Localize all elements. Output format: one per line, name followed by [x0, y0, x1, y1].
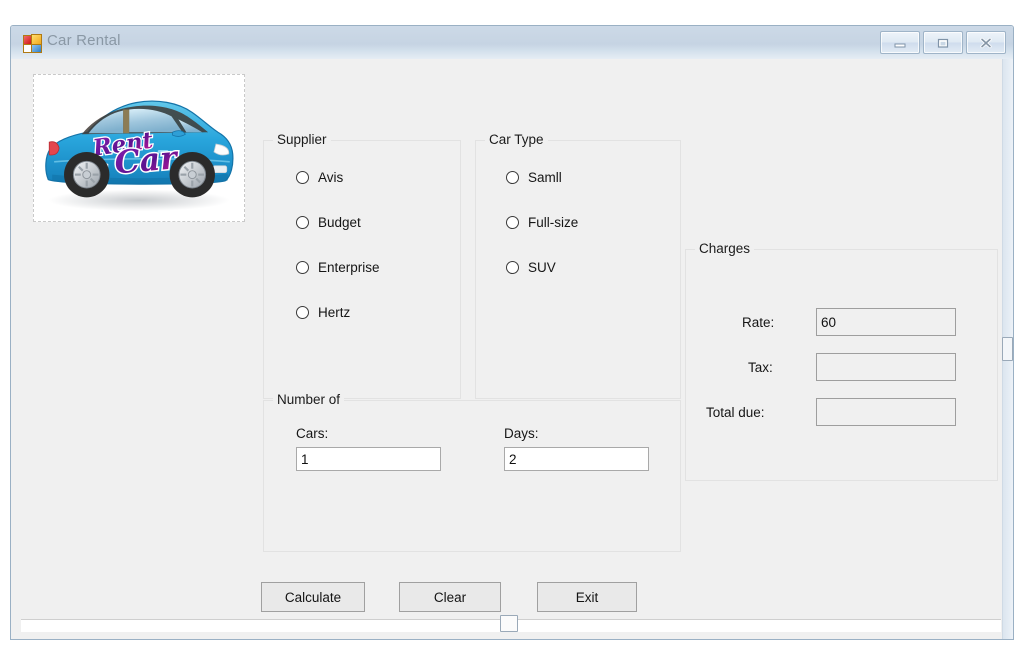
tax-field[interactable]	[816, 353, 956, 381]
car-type-group-label: Car Type	[485, 132, 548, 147]
radio-cartype-fullsize[interactable]: Full-size	[506, 215, 578, 230]
car-type-group: Car Type Samll Full-size SUV	[475, 132, 681, 399]
rate-label: Rate:	[742, 315, 775, 330]
days-label: Days:	[504, 426, 539, 441]
vertical-scrollbar[interactable]	[1002, 59, 1013, 639]
supplier-group-label: Supplier	[273, 132, 331, 147]
rate-field[interactable]	[816, 308, 956, 336]
number-of-group: Number of Cars: Days:	[263, 392, 681, 552]
maximize-button[interactable]	[923, 31, 963, 54]
clear-button[interactable]: Clear	[399, 582, 501, 612]
title-bar[interactable]: Car Rental	[11, 26, 1013, 60]
radio-indicator	[506, 216, 519, 229]
charges-group: Charges Rate: Tax: Total due:	[685, 241, 998, 481]
close-button[interactable]	[966, 31, 1006, 54]
close-icon	[980, 37, 992, 48]
radio-supplier-enterprise[interactable]: Enterprise	[296, 260, 380, 275]
rent-a-car-image: Rent a Car	[45, 100, 234, 212]
days-input[interactable]	[504, 447, 649, 471]
radio-label: Hertz	[318, 305, 351, 320]
rear-wheel	[64, 151, 110, 198]
number-of-group-label: Number of	[273, 392, 345, 407]
minimize-button[interactable]	[880, 31, 920, 54]
tax-label: Tax:	[748, 360, 773, 375]
window-controls	[880, 31, 1006, 54]
calculate-button[interactable]: Calculate	[261, 582, 365, 612]
radio-indicator	[296, 171, 309, 184]
radio-cartype-small[interactable]: Samll	[506, 170, 562, 185]
winforms-app-icon	[23, 34, 42, 53]
total-due-label: Total due:	[706, 405, 765, 420]
radio-indicator	[296, 261, 309, 274]
front-wheel	[169, 151, 215, 198]
horizontal-scrollbar-thumb[interactable]	[500, 615, 518, 632]
radio-indicator	[296, 216, 309, 229]
radio-label: Enterprise	[318, 260, 380, 275]
window-title: Car Rental	[47, 32, 121, 49]
radio-cartype-suv[interactable]: SUV	[506, 260, 556, 275]
radio-supplier-budget[interactable]: Budget	[296, 215, 361, 230]
total-due-field[interactable]	[816, 398, 956, 426]
radio-label: SUV	[528, 260, 556, 275]
cars-input[interactable]	[296, 447, 441, 471]
radio-supplier-avis[interactable]: Avis	[296, 170, 343, 185]
radio-label: Samll	[528, 170, 562, 185]
exit-button[interactable]: Exit	[537, 582, 637, 612]
radio-indicator	[506, 261, 519, 274]
car-picture-box: Rent a Car	[33, 74, 245, 222]
radio-supplier-hertz[interactable]: Hertz	[296, 305, 350, 320]
radio-label: Full-size	[528, 215, 579, 230]
minimize-icon	[894, 43, 906, 47]
vertical-scrollbar-thumb[interactable]	[1002, 337, 1013, 361]
form-client-area: Rent a Car	[11, 59, 1013, 639]
cars-label: Cars:	[296, 426, 329, 441]
radio-label: Avis	[318, 170, 344, 185]
supplier-group: Supplier Avis Budget Enterprise Hertz	[263, 132, 461, 399]
radio-label: Budget	[318, 215, 361, 230]
charges-group-label: Charges	[695, 241, 755, 256]
radio-indicator	[296, 306, 309, 319]
maximize-icon	[937, 38, 949, 48]
radio-indicator	[506, 171, 519, 184]
screenshot-root: Car Rental Rent Car Supplier Avis Budget…	[0, 0, 1024, 656]
car-rental-window: Car Rental Rent Car Supplier Avis Budget…	[10, 25, 1014, 640]
